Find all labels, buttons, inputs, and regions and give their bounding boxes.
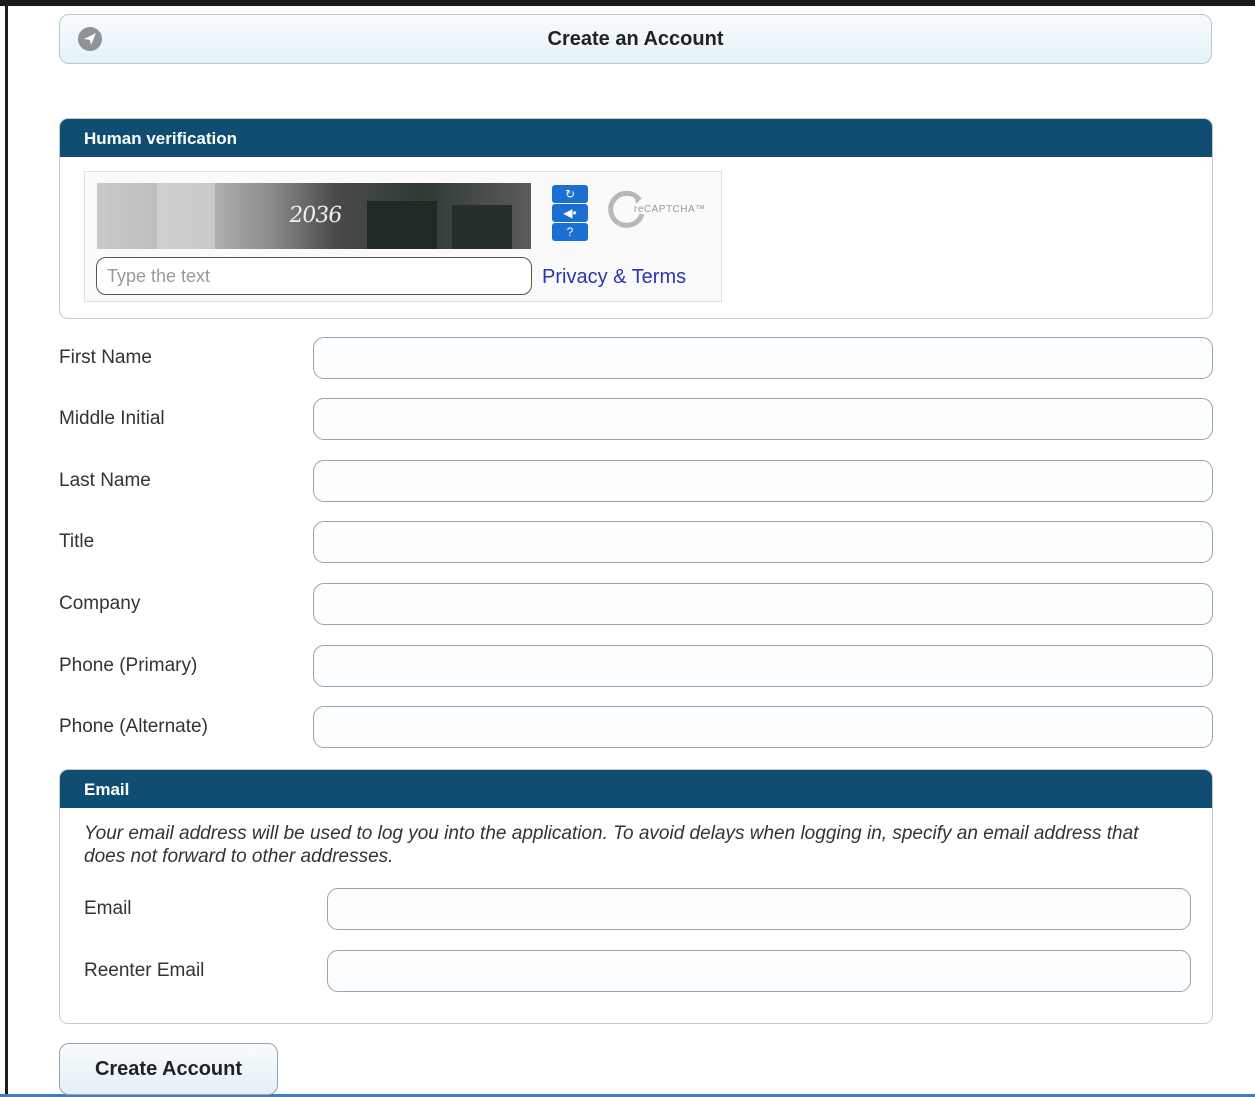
audio-icon[interactable]: ◀• (552, 204, 588, 222)
phone-alternate-row: Phone (Alternate) (59, 706, 1214, 750)
captcha-image: 2036 (97, 183, 531, 249)
page-title: Create an Account (547, 28, 724, 50)
first-name-label: First Name (59, 347, 152, 368)
window-frame-top (0, 0, 1255, 6)
help-icon[interactable]: ? (552, 223, 588, 241)
title-input[interactable] (313, 521, 1213, 563)
last-name-row: Last Name (59, 460, 1214, 504)
phone-primary-input[interactable] (313, 645, 1213, 687)
privacy-terms-link[interactable]: Privacy & Terms (542, 266, 686, 289)
first-name-input[interactable] (313, 337, 1213, 379)
company-row: Company (59, 583, 1214, 627)
last-name-input[interactable] (313, 460, 1213, 502)
last-name-label: Last Name (59, 470, 151, 491)
captcha-widget: 2036 ↻ ◀• ? reCAPTCHA™ Privacy & Terms (84, 171, 722, 302)
human-verification-panel: Human verification 2036 ↻ ◀• ? reCAPTCHA… (59, 118, 1213, 319)
first-name-row: First Name (59, 337, 1214, 381)
phone-primary-label: Phone (Primary) (59, 655, 198, 676)
company-input[interactable] (313, 583, 1213, 625)
email-input[interactable] (327, 888, 1191, 930)
reenter-email-input[interactable] (327, 950, 1191, 992)
email-label: Email (84, 898, 132, 919)
captcha-controls: ↻ ◀• ? (552, 185, 588, 243)
email-note: Your email address will be used to log y… (84, 823, 1139, 867)
phone-alternate-label: Phone (Alternate) (59, 716, 208, 737)
human-verification-heading: Human verification (60, 119, 1212, 157)
reenter-email-label: Reenter Email (84, 960, 205, 981)
refresh-icon[interactable]: ↻ (552, 185, 588, 203)
title-label: Title (59, 531, 95, 552)
email-row: Email (84, 888, 1194, 932)
phone-alternate-input[interactable] (313, 706, 1213, 748)
company-label: Company (59, 593, 141, 614)
reenter-email-row: Reenter Email (84, 950, 1194, 994)
page-header: Create an Account (59, 14, 1212, 64)
email-heading: Email (60, 770, 1212, 808)
middle-initial-label: Middle Initial (59, 408, 165, 429)
create-account-button[interactable]: Create Account (59, 1043, 278, 1095)
title-row: Title (59, 521, 1214, 565)
captcha-image-text: 2036 (287, 203, 343, 228)
email-panel: Email Your email address will be used to… (59, 769, 1213, 1024)
middle-initial-row: Middle Initial (59, 398, 1214, 442)
recaptcha-logo-text: reCAPTCHA™ (634, 204, 706, 215)
recaptcha-logo: reCAPTCHA™ (608, 190, 718, 230)
middle-initial-input[interactable] (313, 398, 1213, 440)
phone-primary-row: Phone (Primary) (59, 645, 1214, 689)
captcha-input[interactable] (96, 257, 532, 295)
window-frame-left (5, 0, 8, 1097)
